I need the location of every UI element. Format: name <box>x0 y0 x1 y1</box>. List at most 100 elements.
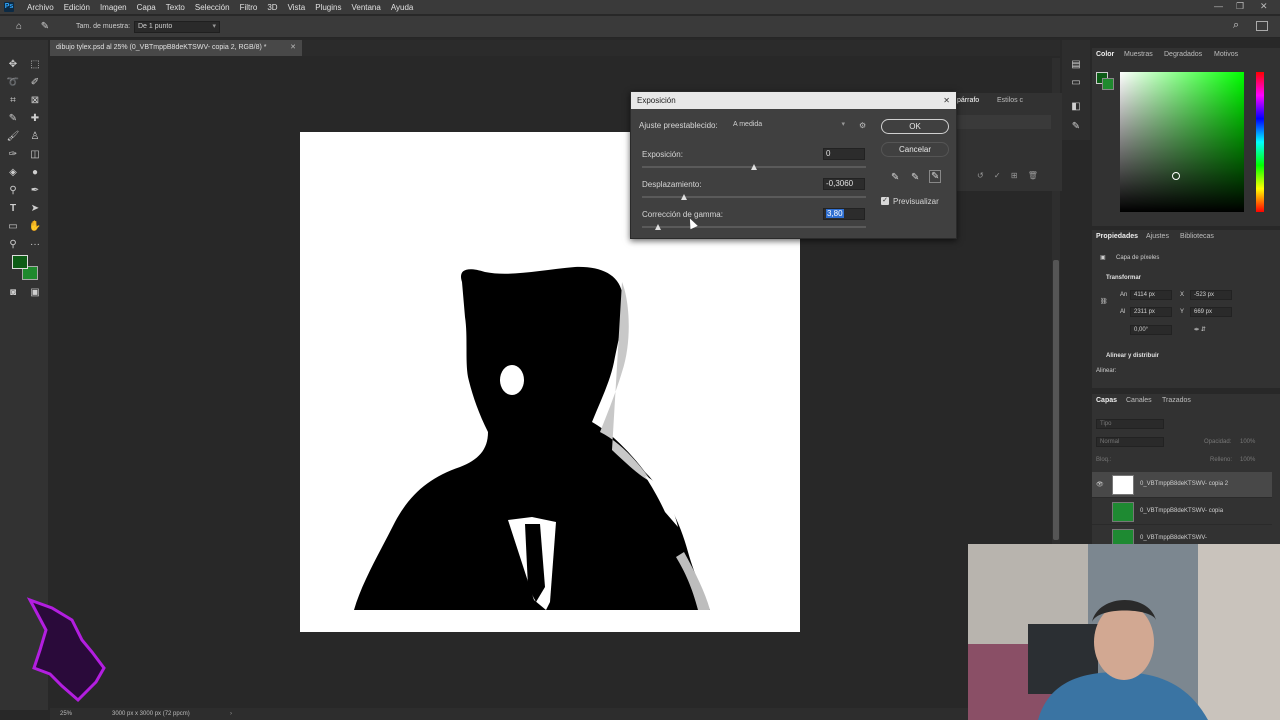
move-tool-icon[interactable]: ✥ <box>6 58 20 72</box>
menu-capa[interactable]: Capa <box>132 3 161 12</box>
exposure-slider-thumb[interactable] <box>751 164 757 170</box>
sample-size-select[interactable]: De 1 punto <box>134 21 220 33</box>
vertical-scroll-thumb[interactable] <box>1053 260 1059 540</box>
panel-footer-icons[interactable]: ↺ ✓ ⊞ 🗑 <box>977 171 1038 180</box>
screen-mode-icon[interactable]: ▣ <box>28 286 42 300</box>
link-proportions-icon[interactable]: ⛓ <box>1100 298 1108 305</box>
eyedropper-tool-icon[interactable]: ✎ <box>38 20 52 34</box>
angle-input[interactable]: 0,00° <box>1130 325 1172 335</box>
menu-ayuda[interactable]: Ayuda <box>386 3 419 12</box>
brush-tool-icon[interactable]: 🖌 <box>6 130 20 144</box>
transform-heading[interactable]: Transformar <box>1106 275 1141 281</box>
styles-tab[interactable]: Estilos c <box>997 94 1023 108</box>
frame-tool-icon[interactable]: ⊠ <box>28 94 42 108</box>
swatches-tab[interactable]: Muestras <box>1124 48 1153 62</box>
path-select-icon[interactable]: ➤ <box>28 202 42 216</box>
menu-ventana[interactable]: Ventana <box>346 3 385 12</box>
preview-checkbox[interactable]: ✓ <box>881 197 889 205</box>
zoom-tool-icon[interactable]: ⚲ <box>6 238 20 252</box>
close-window-icon[interactable]: ✕ <box>1260 1 1268 12</box>
y-input[interactable]: 669 px <box>1190 307 1232 317</box>
preset-gear-icon[interactable]: ⚙ <box>859 121 866 130</box>
comments-panel-icon[interactable]: ▭ <box>1069 76 1083 90</box>
black-eyedropper-icon[interactable]: ✎ <box>891 172 899 183</box>
menu-filtro[interactable]: Filtro <box>235 3 263 12</box>
menu-3d[interactable]: 3D <box>262 3 282 12</box>
paint-bucket-icon[interactable]: ◈ <box>6 166 20 180</box>
hand-tool-icon[interactable]: ✋ <box>28 220 42 234</box>
gamma-slider-track[interactable] <box>642 226 866 228</box>
paths-tab[interactable]: Trazados <box>1162 394 1191 408</box>
width-input[interactable]: 4114 px <box>1130 290 1172 300</box>
menu-edicion[interactable]: Edición <box>59 3 95 12</box>
flip-icons[interactable]: ⇹ ⇵ <box>1194 326 1206 333</box>
layer-row[interactable]: 0_VBTmppB8deKTSWV- copia <box>1092 499 1272 525</box>
libraries-tab[interactable]: Bibliotecas <box>1180 230 1214 244</box>
stamp-tool-icon[interactable]: ♙ <box>28 130 42 144</box>
type-tool-icon[interactable]: T <box>6 202 20 216</box>
paragraph-tab[interactable]: párrafo <box>957 94 979 108</box>
eyedropper-icon[interactable]: ✎ <box>6 112 20 126</box>
tool-presets-icon[interactable]: ✎ <box>1069 120 1083 134</box>
offset-slider-thumb[interactable] <box>681 194 687 200</box>
dialog-titlebar[interactable]: Exposición ✕ <box>631 92 956 109</box>
minimize-icon[interactable]: — <box>1214 1 1223 11</box>
gamma-input[interactable]: 3,80 <box>823 208 865 220</box>
crop-tool-icon[interactable]: ⌗ <box>6 94 20 108</box>
bg-color-chip[interactable] <box>1102 78 1114 90</box>
opacity-value[interactable]: 100% <box>1240 439 1255 445</box>
layer-filter-input[interactable]: Tipo <box>1096 419 1164 429</box>
layers-tab[interactable]: Capas <box>1096 397 1117 404</box>
home-icon[interactable]: ⌂ <box>12 20 26 34</box>
history-brush-icon[interactable]: ✑ <box>6 148 20 162</box>
channels-tab[interactable]: Canales <box>1126 394 1152 408</box>
dialog-close-icon[interactable]: ✕ <box>943 92 950 109</box>
color-picker-field[interactable] <box>1120 72 1244 212</box>
hue-slider[interactable] <box>1256 72 1264 212</box>
foreground-color-swatch[interactable] <box>12 255 28 269</box>
healing-tool-icon[interactable]: ✚ <box>28 112 42 126</box>
status-arrow-icon[interactable]: › <box>230 708 232 720</box>
gray-eyedropper-icon[interactable]: ✎ <box>911 172 919 183</box>
layer-row[interactable]: 👁 0_VBTmppB8deKTSWV- copia 2 <box>1092 472 1272 498</box>
color-tab[interactable]: Color <box>1096 51 1114 58</box>
tab-close-icon[interactable]: ✕ <box>290 40 296 56</box>
gradients-tab[interactable]: Degradados <box>1164 48 1202 62</box>
align-heading[interactable]: Alinear y distribuir <box>1106 353 1159 359</box>
fill-value[interactable]: 100% <box>1240 457 1255 463</box>
visibility-eye-icon[interactable]: 👁 <box>1096 481 1104 488</box>
x-input[interactable]: -523 px <box>1190 290 1232 300</box>
restore-icon[interactable]: ❐ <box>1236 1 1244 12</box>
eraser-tool-icon[interactable]: ◫ <box>28 148 42 162</box>
adjust-panel-icon[interactable]: ◧ <box>1069 100 1083 114</box>
blend-mode-select[interactable]: Normal <box>1096 437 1164 447</box>
style-row[interactable] <box>957 115 1051 129</box>
preset-select[interactable]: A medida <box>729 119 849 131</box>
pen-tool-icon[interactable]: ✒ <box>28 184 42 198</box>
rectangle-tool-icon[interactable]: ▭ <box>6 220 20 234</box>
menu-imagen[interactable]: Imagen <box>95 3 132 12</box>
workspace-icon[interactable] <box>1256 21 1268 31</box>
gamma-slider-thumb[interactable] <box>655 224 661 230</box>
menu-plugins[interactable]: Plugins <box>310 3 346 12</box>
dodge-tool-icon[interactable]: ⚲ <box>6 184 20 198</box>
properties-tab[interactable]: Propiedades <box>1096 233 1138 240</box>
marquee-tool-icon[interactable]: ⬚ <box>28 58 42 72</box>
menu-archivo[interactable]: Archivo <box>22 3 59 12</box>
menu-vista[interactable]: Vista <box>283 3 311 12</box>
color-picker-cursor[interactable] <box>1172 172 1180 180</box>
menu-texto[interactable]: Texto <box>161 3 190 12</box>
ok-button[interactable]: OK <box>881 119 949 134</box>
cancel-button[interactable]: Cancelar <box>881 142 949 157</box>
quick-select-tool-icon[interactable]: ✐ <box>28 76 42 90</box>
quick-mask-icon[interactable]: ◙ <box>6 286 20 300</box>
height-input[interactable]: 2311 px <box>1130 307 1172 317</box>
search-icon[interactable]: ⌕ <box>1233 19 1239 32</box>
adjustments-tab[interactable]: Ajustes <box>1146 230 1169 244</box>
exposure-input[interactable]: 0 <box>823 148 865 160</box>
offset-input[interactable]: -0,3060 <box>823 178 865 190</box>
menu-seleccion[interactable]: Selección <box>190 3 235 12</box>
blur-tool-icon[interactable]: ● <box>28 166 42 180</box>
history-panel-icon[interactable]: ▤ <box>1069 58 1083 72</box>
offset-slider-track[interactable] <box>642 196 866 198</box>
